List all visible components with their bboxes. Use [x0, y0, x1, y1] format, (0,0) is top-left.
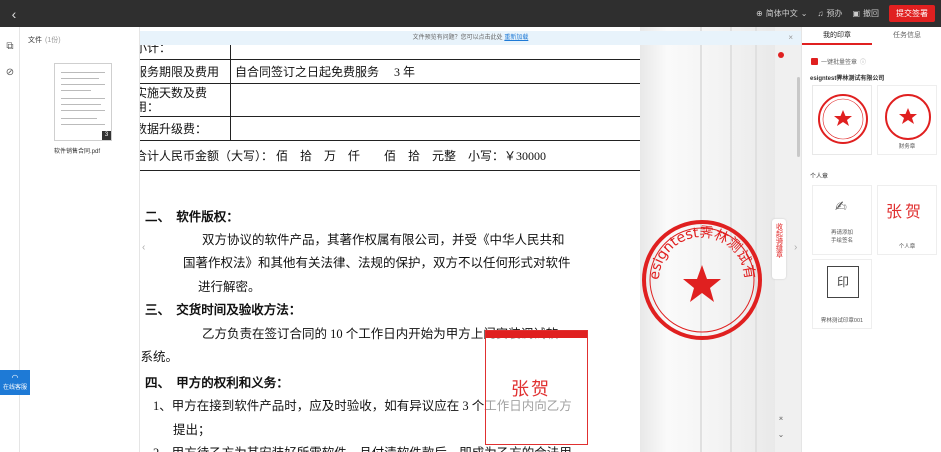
file-panel-header: 文件 (1份) [28, 37, 61, 44]
last-page-icon[interactable]: ⌄ [776, 430, 786, 440]
section-heading: 三、 交货时间及验收方法： [145, 303, 302, 317]
vertical-scrollbar[interactable] [797, 77, 800, 157]
tab-task-info[interactable]: 任务信息 [872, 27, 941, 45]
chevron-down-icon: ⌄ [800, 9, 808, 18]
online-service-button[interactable]: ◠ 在线客服 [0, 370, 30, 395]
batch-sign-option[interactable]: 一键批量签章 ⓘ [811, 57, 866, 66]
document-viewer[interactable]: 小计： 服务期限及费用 自合同签订之日起免费服务 3 年 实施天数及费用： 数据… [140, 27, 801, 452]
add-handwritten-signature[interactable]: ✍ 再请添加 手绘签名 [812, 185, 872, 255]
paragraph-line: 国著作权法》和其他有关法律、法规的保护，双方不以任何形式对软件 [183, 256, 571, 270]
globe-icon: ⊕ [756, 9, 763, 18]
table-row: 服务期限及费用 自合同签订之日起免费服务 3 年 [140, 58, 643, 84]
paragraph-line: 提出； [173, 423, 211, 437]
seal-card[interactable] [812, 85, 872, 155]
square-seal-icon: 印 [827, 266, 859, 298]
personal-seal-card[interactable]: 印 霁林测试印章001 [812, 259, 872, 329]
paragraph-line: 进行解密。 [198, 280, 261, 294]
bell-icon: ♫ [817, 9, 824, 18]
tab-my-seals[interactable]: 我的印章 [802, 27, 872, 45]
company-stamp[interactable]: esigntest霁林测试有限公司 [630, 203, 767, 345]
file-thumbnail[interactable]: 3 [54, 63, 112, 141]
top-bar: ‹ ⊕ 简体中文 ⌄ ♫ 预办 ▣ 撤回 提交签署 [0, 0, 941, 27]
attachment-icon[interactable]: ⊘ [4, 67, 16, 79]
top-bar-actions: ⊕ 简体中文 ⌄ ♫ 预办 ▣ 撤回 提交签署 [756, 0, 935, 27]
language-selector[interactable]: ⊕ 简体中文 ⌄ [756, 8, 807, 19]
personal-signature-card[interactable]: 张贺 个人章 [877, 185, 937, 255]
revoke-button[interactable]: ▣ 撤回 [852, 8, 879, 19]
section-heading: 四、 甲方的权利和义务： [145, 376, 289, 390]
headset-icon: ◠ [11, 373, 19, 382]
preview-notice-bar: 文件预览有问题？您可以点击此处 重新加载 × [140, 31, 801, 45]
page-count-badge: 3 [102, 131, 111, 140]
section-heading: 二、 软件版权： [145, 210, 239, 224]
collapse-seam-tab[interactable]: 收起骑缝章 [772, 219, 786, 279]
back-arrow-icon[interactable]: ‹ [0, 0, 28, 27]
seal-tabs: 我的印章 任务信息 [802, 27, 941, 45]
first-page-icon[interactable]: ⌅ [776, 413, 786, 423]
signature-icon: ✍ [835, 198, 847, 214]
help-icon[interactable]: ⓘ [860, 57, 866, 66]
company-name: esigntest霁林测试有限公司 [810, 76, 885, 82]
seal-card[interactable]: 财务章 [877, 85, 937, 155]
reload-link[interactable]: 重新加载 [504, 35, 528, 41]
file-panel: 文件 (1份) 3 软件销售合同.pdf [20, 27, 140, 452]
personal-seal-heading: 个人章 [810, 174, 829, 180]
submit-sign-button[interactable]: 提交签署 [889, 5, 935, 22]
fee-table: 小计： 服务期限及费用 自合同签订之日起免费服务 3 年 实施天数及费用： 数据… [140, 27, 643, 171]
help-button[interactable]: ♫ 预办 [817, 8, 842, 19]
file-name[interactable]: 软件销售合同.pdf [54, 146, 124, 155]
table-row: 实施天数及费用： [140, 82, 643, 117]
paragraph-line: 件系统。 [140, 350, 179, 364]
chevron-right-icon[interactable]: › [794, 242, 797, 253]
signature-stamp-box[interactable]: 张贺 [485, 330, 588, 445]
files-icon[interactable]: ⧉ [4, 41, 16, 53]
location-pin-icon[interactable] [778, 52, 784, 58]
checkbox[interactable] [811, 58, 818, 65]
chevron-left-icon[interactable]: ‹ [142, 242, 145, 253]
table-row: 合计人民币金额（大写）： 佰 拾 万 仟 佰 拾 元整 小写：￥30000 [140, 139, 643, 171]
table-row: 数据升级费： [140, 115, 643, 141]
paragraph-line: 双方协议的软件产品，其著作权属有限公司，并受《中华人民共和 [202, 233, 565, 247]
seal-panel: 我的印章 任务信息 一键批量签章 ⓘ esigntest霁林测试有限公司 财务章… [801, 27, 941, 452]
revoke-icon: ▣ [852, 9, 860, 18]
close-icon[interactable]: × [788, 31, 793, 45]
